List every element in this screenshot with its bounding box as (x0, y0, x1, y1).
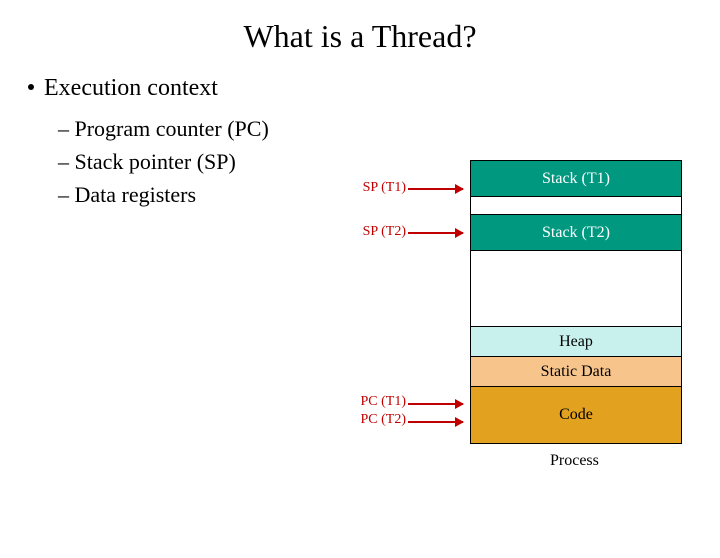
segment-heap: Heap (471, 327, 681, 357)
arrow-icon (408, 188, 463, 190)
arrow-icon (408, 232, 463, 234)
arrow-icon (408, 421, 463, 423)
slide-title: What is a Thread? (0, 18, 720, 55)
pointer-sp-t2-label: SP (T2) (346, 224, 406, 240)
bullet-text: Execution context (44, 75, 218, 101)
pointer-pc-t1-label: PC (T1) (346, 394, 406, 410)
segment-code: Code (471, 387, 681, 443)
bullet-execution-context: Execution context (28, 75, 720, 102)
sub-bullet-pc: Program counter (PC) (58, 112, 720, 145)
arrow-icon (408, 403, 463, 405)
memory-column: Stack (T1) Stack (T2) Heap Static Data C… (470, 160, 682, 444)
pointer-sp-t1-label: SP (T1) (346, 180, 406, 196)
pointer-pc-t2-label: PC (T2) (346, 412, 406, 428)
segment-free-space (471, 251, 681, 327)
segment-static-data: Static Data (471, 357, 681, 387)
process-caption: Process (550, 452, 599, 470)
segment-gap (471, 197, 681, 215)
bullet-dot-icon (28, 84, 34, 90)
segment-stack-t2: Stack (T2) (471, 215, 681, 251)
segment-stack-t1: Stack (T1) (471, 161, 681, 197)
